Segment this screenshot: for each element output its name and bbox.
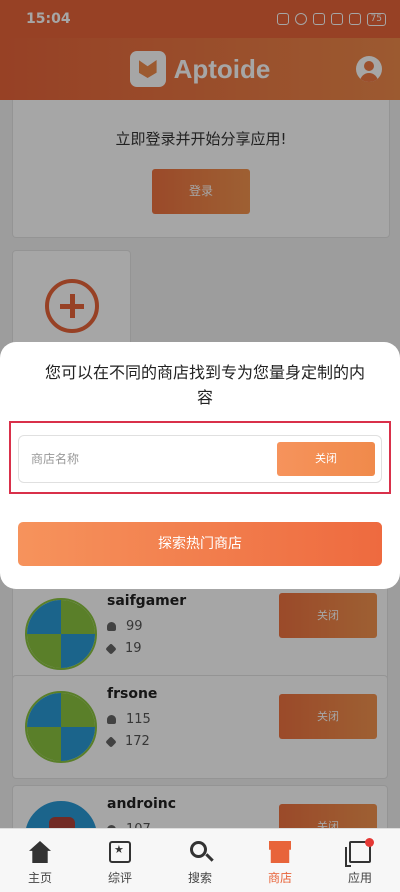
nav-label: 搜索 [187,871,212,885]
explore-popular-stores-button[interactable]: 探索热门商店 [18,522,382,566]
nav-label: 综评 [107,871,132,885]
nav-home[interactable]: 主页 [0,829,80,892]
dialog-close-button[interactable]: 关闭 [277,442,375,476]
store-icon [269,841,291,863]
nav-stores[interactable]: 商店 [240,829,320,892]
home-icon [29,841,51,863]
calendar-star-icon [109,841,131,863]
search-icon [190,841,207,858]
nav-label: 商店 [267,871,292,885]
nav-apps[interactable]: 应用 [320,829,400,892]
dialog-title: 您可以在不同的商店找到专为您量身定制的内容 [44,363,365,407]
store-search-box: 关闭 [18,435,382,483]
nav-search[interactable]: 搜索 [160,829,240,892]
notification-badge [365,838,374,847]
nav-reviews[interactable]: 综评 [80,829,160,892]
nav-label: 主页 [27,871,52,885]
bottom-nav: 主页 综评 搜索 商店 应用 [0,828,400,892]
apps-icon [345,838,374,867]
store-name-input[interactable] [31,436,271,482]
find-stores-dialog: 您可以在不同的商店找到专为您量身定制的内容 关闭 探索热门商店 [0,342,400,589]
nav-label: 应用 [347,871,372,885]
